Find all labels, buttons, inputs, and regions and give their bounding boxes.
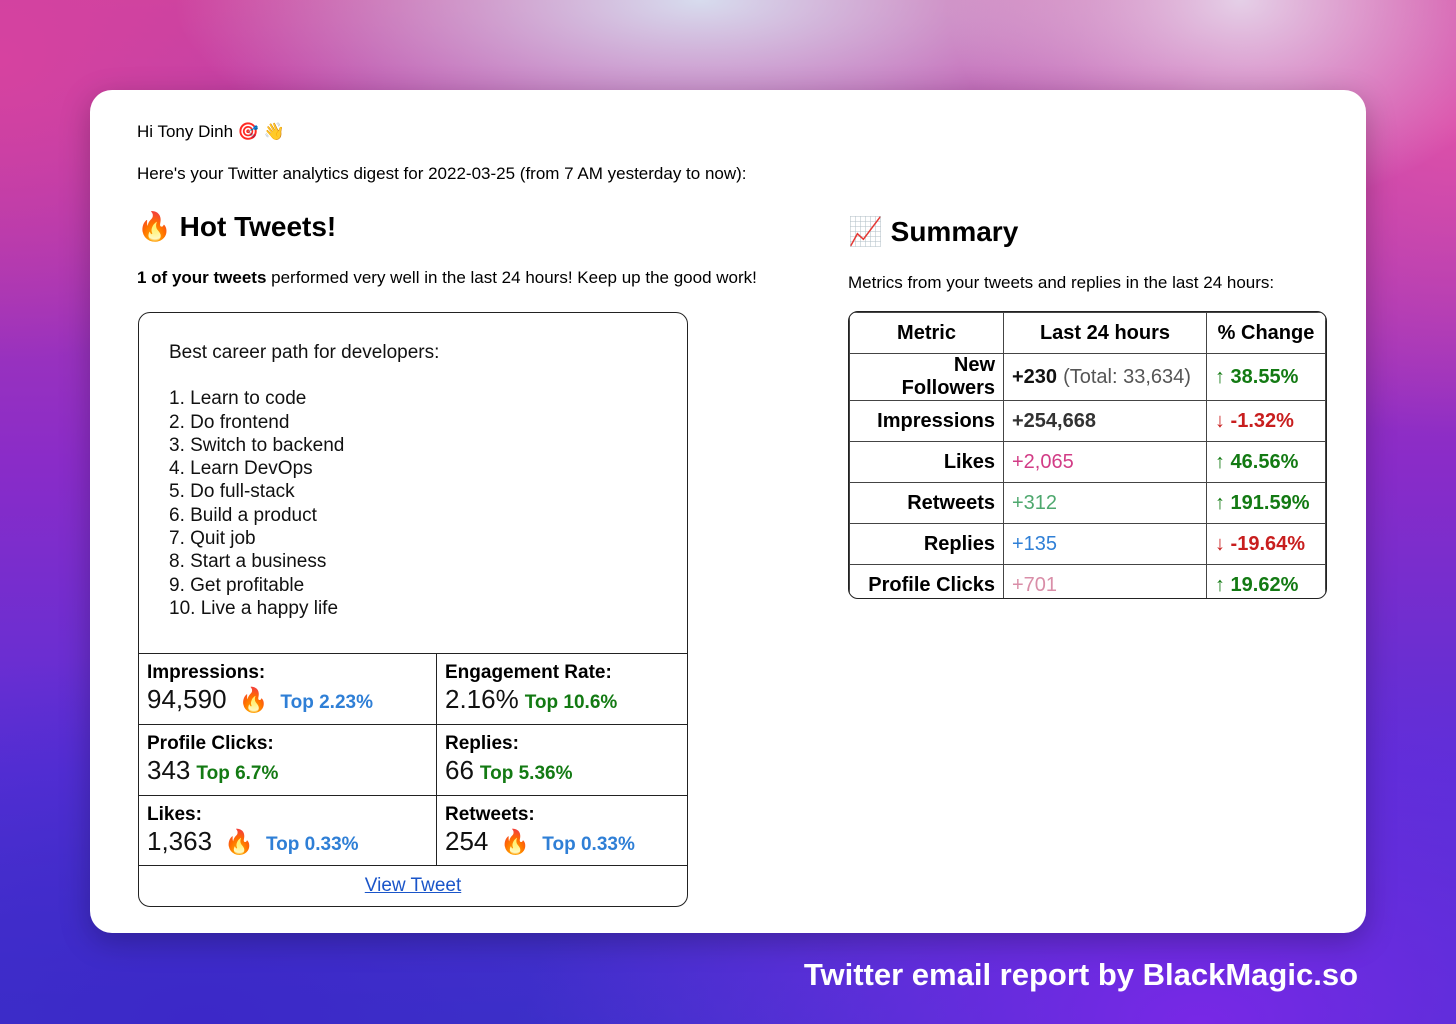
summary-row: Profile Clicks +701 ↑ 19.62% — [849, 564, 1326, 598]
stat-value: 94,590 — [147, 684, 227, 714]
stat-label: Replies: — [445, 733, 519, 754]
stat-cell: Replies: 66 Top 5.36% — [436, 724, 687, 795]
stat-rank: Top 6.7% — [196, 763, 279, 784]
stat-value: 66 — [445, 755, 474, 785]
tweet-text: Best career path for developers: 1. Lear… — [169, 341, 439, 620]
stat-label: Impressions: — [147, 662, 266, 683]
view-tweet-link[interactable]: View Tweet — [139, 865, 687, 906]
summary-row: Likes +2,065 ↑ 46.56% — [849, 441, 1326, 483]
greeting: Hi Tony Dinh 🎯 👋 — [137, 122, 285, 141]
header-percent-change: % Change — [1206, 312, 1326, 354]
tweet-line: 4. Learn DevOps — [169, 458, 313, 480]
stat-rank: Top 2.23% — [280, 692, 373, 713]
stat-value: 2.16% — [445, 684, 519, 714]
stat-value: 343 — [147, 755, 191, 785]
hot-tweet-card: Best career path for developers: 1. Lear… — [138, 312, 688, 907]
footer-credit: Twitter email report by BlackMagic.so — [803, 957, 1358, 992]
tweet-heading: Best career path for developers: — [169, 342, 440, 363]
summary-change: ↓ -19.64% — [1206, 523, 1326, 565]
summary-metric: Impressions — [849, 400, 1004, 442]
summary-value-cell: +312 — [1003, 482, 1207, 524]
summary-metric: Likes — [849, 441, 1004, 483]
summary-total: (Total: 33,634) — [1063, 365, 1191, 388]
hot-tweets-message: performed very well in the last 24 hours… — [266, 268, 757, 287]
summary-change: ↑ 38.55% — [1206, 353, 1326, 401]
summary-row: Replies +135 ↓ -19.64% — [849, 523, 1326, 565]
header-last-24-hours: Last 24 hours — [1003, 312, 1207, 354]
summary-value-cell: +230 (Total: 33,634) — [1003, 353, 1207, 401]
digest-intro: Here's your Twitter analytics digest for… — [137, 164, 747, 183]
fire-icon: 🔥 — [224, 828, 254, 856]
tweet-line: 7. Quit job — [169, 528, 256, 550]
tweet-line: 3. Switch to backend — [169, 434, 345, 456]
summary-heading: 📈 Summary — [848, 215, 1018, 248]
stat-value: 254 — [445, 826, 489, 856]
stat-cell: Impressions: 94,590 🔥 Top 2.23% — [139, 653, 436, 724]
stat-label: Likes: — [147, 804, 202, 825]
summary-value: +254,668 — [1012, 409, 1096, 432]
tweet-line: 9. Get profitable — [169, 574, 305, 596]
chart-increasing-icon: 📈 — [848, 215, 883, 248]
stat-value: 1,363 — [147, 826, 213, 856]
summary-value: +701 — [1012, 573, 1058, 596]
stat-label: Profile Clicks: — [147, 733, 274, 754]
summary-metric: Retweets — [849, 482, 1004, 524]
tweet-line: 2. Do frontend — [169, 411, 290, 433]
stat-cell: Retweets: 254 🔥 Top 0.33% — [436, 795, 687, 866]
tweet-line: 8. Start a business — [169, 551, 327, 573]
summary-value: +230 — [1012, 365, 1058, 388]
stat-cell: Likes: 1,363 🔥 Top 0.33% — [139, 795, 436, 866]
stat-rank: Top 0.33% — [542, 834, 635, 855]
summary-row: New Followers +230 (Total: 33,634) ↑ 38.55% — [849, 353, 1326, 401]
stat-label: Engagement Rate: — [445, 662, 612, 683]
summary-change: ↑ 46.56% — [1206, 441, 1326, 483]
summary-value: +135 — [1012, 532, 1058, 555]
summary-value: +312 — [1012, 491, 1058, 514]
tweet-lines: 1. Learn to code 2. Do frontend 3. Switch … — [169, 387, 439, 620]
summary-change: ↑ 19.62% — [1206, 564, 1326, 598]
summary-value-cell: +701 — [1003, 564, 1207, 598]
stat-rank: Top 0.33% — [265, 834, 359, 855]
stat-rank: Top 10.6% — [524, 692, 618, 713]
hot-tweets-subtitle: 1 of your tweets performed very well in … — [137, 268, 757, 288]
stat-label: Retweets: — [445, 804, 535, 825]
hot-tweets-count: 1 of your tweets — [137, 268, 267, 287]
summary-value-cell: +2,065 — [1003, 441, 1207, 483]
summary-header-row: Metric Last 24 hours % Change — [849, 312, 1326, 354]
email-card: Hi Tony Dinh 🎯 👋 Here's your Twitter ana… — [90, 90, 1366, 933]
summary-title: Summary — [890, 216, 1019, 247]
stat-cell: Engagement Rate: 2.16% Top 10.6% — [436, 653, 687, 724]
summary-value-cell: +135 — [1003, 523, 1207, 565]
stat-cell: Profile Clicks: 343 Top 6.7% — [139, 724, 436, 795]
summary-metric: Replies — [849, 523, 1004, 565]
summary-table: Metric Last 24 hours % Change New Follow… — [848, 311, 1327, 599]
summary-subtitle: Metrics from your tweets and replies in … — [848, 273, 1275, 292]
tweet-line: 6. Build a product — [169, 504, 317, 526]
summary-row: Impressions +254,668 ↓ -1.32% — [849, 400, 1326, 442]
summary-change: ↑ 191.59% — [1206, 482, 1326, 524]
summary-change: ↓ -1.32% — [1206, 400, 1326, 442]
fire-icon: 🔥 — [238, 686, 269, 714]
hot-tweets-heading: 🔥 Hot Tweets! — [137, 210, 336, 243]
summary-metric: Profile Clicks — [849, 564, 1004, 598]
hot-tweets-title: Hot Tweets! — [179, 211, 337, 242]
tweet-line: 10. Live a happy life — [169, 597, 339, 619]
fire-icon: 🔥 — [500, 828, 531, 856]
header-metric: Metric — [849, 312, 1004, 354]
summary-row: Retweets +312 ↑ 191.59% — [849, 482, 1326, 524]
stat-rank: Top 5.36% — [479, 763, 573, 784]
summary-value: +2,065 — [1012, 450, 1074, 473]
summary-metric: New Followers — [849, 353, 1004, 401]
tweet-line: 1. Learn to code — [169, 388, 307, 410]
tweet-line: 5. Do full-stack — [169, 481, 295, 503]
fire-icon: 🔥 — [137, 210, 172, 243]
summary-value-cell: +254,668 — [1003, 400, 1207, 442]
